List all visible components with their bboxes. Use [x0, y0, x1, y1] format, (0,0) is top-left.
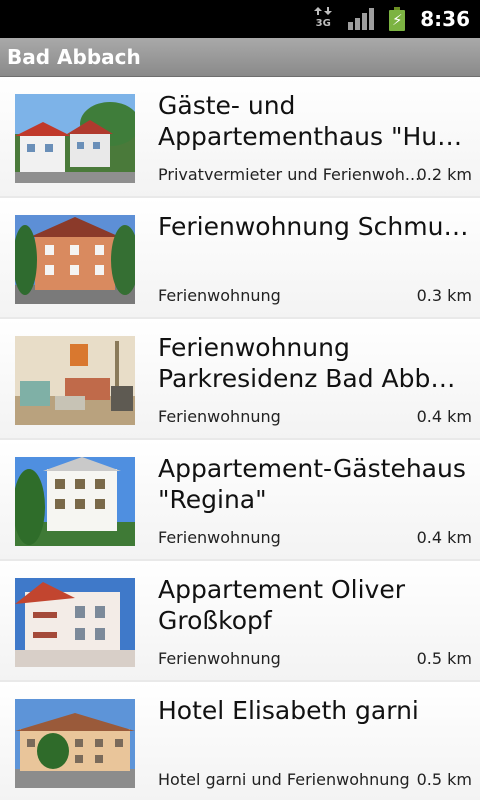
listing-type: Ferienwohnung — [158, 528, 281, 547]
listing-distance: 0.5 km — [416, 649, 472, 668]
listing-type: Ferienwohnung — [158, 649, 281, 668]
listing-distance: 0.5 km — [416, 770, 472, 789]
listing-distance: 0.3 km — [416, 286, 472, 305]
list-item[interactable]: Ferienwohnung Schmuck Ferienwohnung 0.3 … — [0, 198, 480, 319]
listing-name: Gäste- und Appartementhaus "Hub... — [158, 90, 470, 152]
list-item[interactable]: Hotel Elisabeth garni Hotel garni und Fe… — [0, 682, 480, 800]
listing-name: Ferienwohnung Schmuck — [158, 211, 470, 242]
listing-distance: 0.4 km — [416, 407, 472, 426]
listing-name-line: Appartement-Gästehaus — [158, 454, 466, 483]
listing-thumbnail — [15, 94, 135, 183]
listing-type: Privatvermieter und Ferienwoh... — [158, 165, 421, 184]
list-item[interactable]: Appartement Oliver Großkopf Ferienwohnun… — [0, 561, 480, 682]
listing-name: Hotel Elisabeth garni — [158, 695, 470, 726]
list-item[interactable]: Ferienwohnung Parkresidenz Bad Abbac... … — [0, 319, 480, 440]
status-bar: 3G ⚡ 8:36 — [0, 0, 480, 38]
listing-type: Hotel garni und Ferienwohnung — [158, 770, 410, 789]
listing-type: Ferienwohnung — [158, 407, 281, 426]
status-icons: 3G ⚡ 8:36 — [312, 0, 470, 38]
listing-name-line: Parkresidenz Bad Abbac... — [158, 364, 470, 393]
title-bar: Bad Abbach — [0, 38, 480, 77]
listing-thumbnail — [15, 215, 135, 304]
listing-name-line: Appartementhaus "Hub... — [158, 122, 470, 151]
battery-charging-icon: ⚡ — [388, 7, 406, 31]
listing-thumbnail — [15, 699, 135, 788]
listing-name-line: Appartement Oliver — [158, 575, 405, 604]
listing-name-line: Ferienwohnung Schmuck — [158, 212, 470, 241]
listing-name-line: Ferienwohnung — [158, 333, 350, 362]
accommodation-list[interactable]: Gäste- und Appartementhaus "Hub... Priva… — [0, 77, 480, 800]
network-activity-arrows-icon — [314, 7, 333, 15]
listing-thumbnail — [15, 336, 135, 425]
signal-icon — [348, 8, 375, 30]
network-label: 3G — [315, 18, 331, 29]
listing-name: Ferienwohnung Parkresidenz Bad Abbac... — [158, 332, 470, 394]
listing-type: Ferienwohnung — [158, 286, 281, 305]
listing-thumbnail — [15, 457, 135, 546]
network-3g-icon: 3G — [312, 7, 334, 31]
listing-name: Appartement-Gästehaus "Regina" — [158, 453, 470, 515]
listing-name-line: Hotel Elisabeth garni — [158, 696, 419, 725]
clock: 8:36 — [420, 7, 470, 31]
listing-name-line: Gäste- und — [158, 91, 296, 120]
listing-name: Appartement Oliver Großkopf — [158, 574, 470, 636]
listing-name-line: "Regina" — [158, 485, 267, 514]
listing-distance: 0.2 km — [416, 165, 472, 184]
page-title: Bad Abbach — [7, 45, 141, 69]
listing-thumbnail — [15, 578, 135, 667]
list-item[interactable]: Gäste- und Appartementhaus "Hub... Priva… — [0, 77, 480, 198]
list-item[interactable]: Appartement-Gästehaus "Regina" Ferienwoh… — [0, 440, 480, 561]
listing-distance: 0.4 km — [416, 528, 472, 547]
listing-name-line: Großkopf — [158, 606, 272, 635]
